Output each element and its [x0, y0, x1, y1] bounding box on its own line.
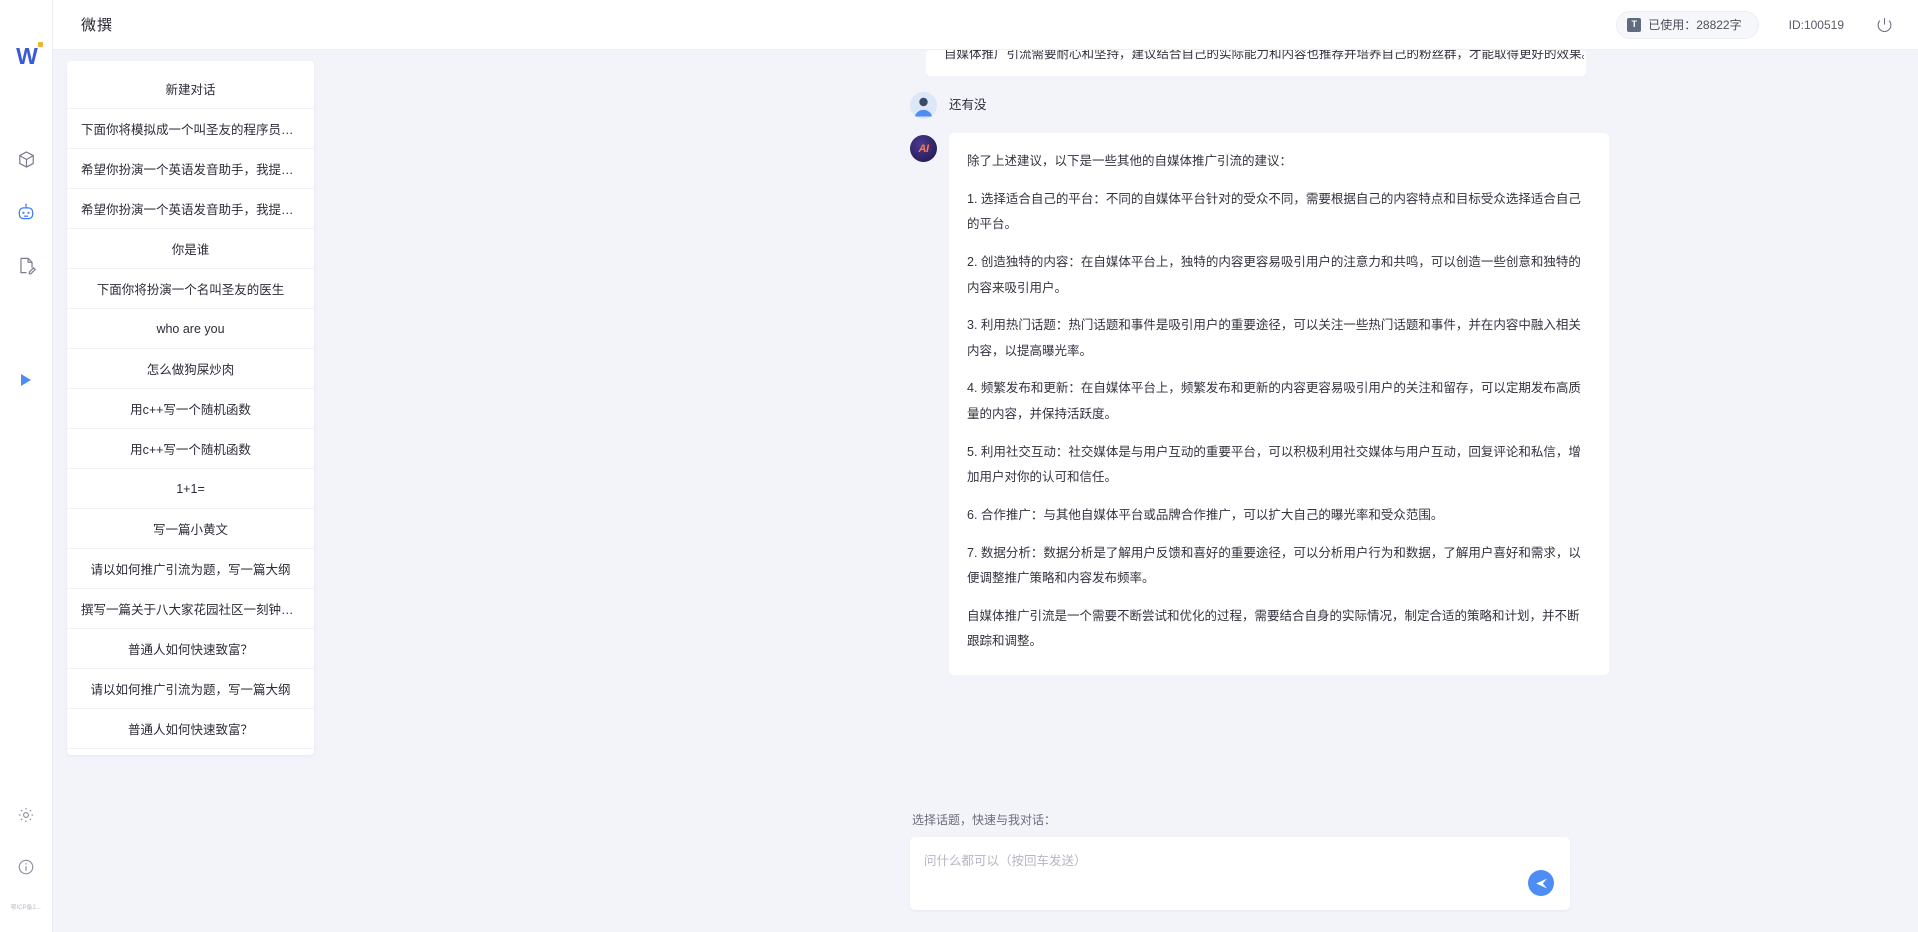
avatar [910, 92, 937, 119]
conversation-sidebar: 新建对话 下面你将模拟成一个叫圣友的程序员，我说... 希望你扮演一个英语发音助… [67, 61, 314, 755]
message-list: 自媒体推广引流需要耐心和坚持，建议结合自己的实际能力和内容也推荐并培养自己的粉丝… [910, 50, 1710, 675]
list-item[interactable]: 普通人如何快速致富？ [67, 709, 314, 749]
ai-paragraph: 7. 数据分析：数据分析是了解用户反馈和喜好的重要途径，可以分析用户行为和数据，… [967, 541, 1587, 592]
list-item[interactable]: 撰写一篇关于八大家花园社区一刻钟便民生... [67, 589, 314, 629]
list-item[interactable]: 希望你扮演一个英语发音助手，我提供给你... [67, 189, 314, 229]
user-avatar-icon [910, 92, 937, 119]
rail-bottom-group: 鄂ICP备2... [0, 800, 52, 914]
list-item[interactable]: who are you [67, 309, 314, 349]
ai-paragraph: 2. 创造独特的内容：在自媒体平台上，独特的内容更容易吸引用户的注意力和共鸣，可… [967, 250, 1587, 301]
info-circle-icon [17, 858, 35, 876]
user-message-text: 还有没 [949, 92, 987, 119]
conversation-title: 希望你扮演一个英语发音助手，我提供给你... [81, 159, 300, 178]
chat-scroll-area[interactable]: 自媒体推广引流需要耐心和坚持，建议结合自己的实际能力和内容也推荐并培养自己的粉丝… [314, 50, 1918, 811]
document-edit-icon [17, 256, 36, 275]
list-item[interactable]: 希望你扮演一个英语发音助手，我提供给你... [67, 149, 314, 189]
ai-message-bubble: 除了上述建议，以下是一些其他的自媒体推广引流的建议： 1. 选择适合自己的平台：… [949, 133, 1609, 675]
chat-column: 自媒体推广引流需要耐心和坚持，建议结合自己的实际能力和内容也推荐并培养自己的粉丝… [314, 61, 1918, 932]
new-conversation-label: 新建对话 [165, 79, 215, 98]
ai-paragraph: 4. 频繁发布和更新：在自媒体平台上，频繁发布和更新的内容更容易吸引用户的关注和… [967, 376, 1587, 427]
conversation-title: 用c++写一个随机函数 [130, 399, 251, 418]
main-region: 微撰 T 已使用：28822字 ID:100519 [53, 0, 1918, 932]
list-item[interactable]: 请以如何推广引流为题，写一篇大纲 [67, 669, 314, 709]
conversation-title: 下面你将模拟成一个叫圣友的程序员，我说... [81, 119, 300, 138]
sidebar-item-document[interactable] [11, 250, 41, 280]
conversation-title: 请以如何推广引流为题，写一篇大纲 [90, 679, 290, 698]
topic-hint-label: 选择话题，快速与我对话： [910, 811, 1710, 828]
conversation-title: 下面你将扮演一个名叫圣友的医生 [97, 279, 285, 298]
conversation-title: who are you [156, 322, 224, 336]
list-item[interactable]: 1+1= [67, 469, 314, 509]
previous-message-clipped: 自媒体推广引流需要耐心和坚持，建议结合自己的实际能力和内容也推荐并培养自己的粉丝… [926, 50, 1586, 76]
conversation-title: 怎么做狗屎炒肉 [147, 359, 235, 378]
play-triangle-icon [20, 373, 32, 387]
usage-label: 已使用：28822字 [1648, 16, 1741, 33]
list-item[interactable]: 用c++写一个随机函数 [67, 429, 314, 469]
conversation-title: 撰写一篇关于八大家花园社区一刻钟便民生... [81, 599, 300, 618]
list-item[interactable]: 下面你将模拟成一个叫圣友的程序员，我说... [67, 109, 314, 149]
new-conversation-button[interactable]: 新建对话 [67, 69, 314, 109]
message-input[interactable] [910, 837, 1570, 910]
cube-icon [17, 150, 36, 169]
list-item[interactable]: 你是谁 [67, 229, 314, 269]
ai-avatar-label: AI [919, 143, 929, 155]
list-item[interactable]: 下面你将扮演一个名叫圣友的医生 [67, 269, 314, 309]
ai-paragraph: 1. 选择适合自己的平台：不同的自媒体平台针对的受众不同，需要根据自己的内容特点… [967, 187, 1587, 238]
composer-box[interactable] [910, 837, 1570, 910]
conversation-title: 普通人如何快速致富？ [128, 639, 253, 658]
list-item[interactable]: 写一篇小黄文 [67, 509, 314, 549]
left-icon-rail: W [0, 0, 53, 932]
ai-paragraph: 自媒体推广引流是一个需要不断尝试和优化的过程，需要结合自身的实际情况，制定合适的… [967, 604, 1587, 655]
conversation-list[interactable]: 新建对话 下面你将模拟成一个叫圣友的程序员，我说... 希望你扮演一个英语发音助… [67, 61, 314, 755]
logo-accent-dot [38, 42, 43, 47]
composer-region: 选择话题，快速与我对话： [910, 811, 1710, 932]
sidebar-item-model[interactable] [11, 144, 41, 174]
conversation-title: 1+1= [176, 482, 205, 496]
conversation-title: 用c++写一个随机函数 [130, 439, 251, 458]
conversation-title: 请以如何推广引流为题，写一篇大纲 [90, 559, 290, 578]
list-item[interactable]: 怎么做狗屎炒肉 [67, 349, 314, 389]
clipped-message-text: 自媒体推广引流需要耐心和坚持，建议结合自己的实际能力和内容也推荐并培养自己的粉丝… [944, 50, 1584, 62]
ai-paragraph: 5. 利用社交互动：社交媒体是与用户互动的重要平台，可以积极利用社交媒体与用户互… [967, 440, 1587, 491]
send-paper-plane-icon [1535, 877, 1548, 890]
send-button[interactable] [1528, 870, 1554, 896]
conversation-title: 写一篇小黄文 [153, 519, 228, 538]
app-root: W [0, 0, 1918, 932]
message-row-user: 还有没 [910, 92, 1710, 119]
settings-gear-icon [17, 806, 35, 824]
top-header: 微撰 T 已使用：28822字 ID:100519 [53, 0, 1918, 50]
ai-paragraph: 6. 合作推广：与其他自媒体平台或品牌合作推广，可以扩大自己的曝光率和受众范围。 [967, 503, 1587, 529]
user-id-label: ID:100519 [1789, 18, 1844, 32]
sidebar-item-chat[interactable] [11, 197, 41, 227]
list-item[interactable]: 普通人如何快速致富？ [67, 629, 314, 669]
settings-button[interactable] [11, 800, 41, 830]
content-body: 新建对话 下面你将模拟成一个叫圣友的程序员，我说... 希望你扮演一个英语发音助… [53, 50, 1918, 932]
header-actions: T 已使用：28822字 ID:100519 [1616, 11, 1894, 39]
conversation-title: 你是谁 [172, 239, 210, 258]
robot-icon [16, 202, 36, 222]
logo-letter: W [16, 45, 36, 68]
usage-badge[interactable]: T 已使用：28822字 [1616, 11, 1758, 39]
list-item[interactable]: 用c++写一个随机函数 [67, 389, 314, 429]
list-item[interactable]: 请以如何推广引流为题，写一篇大纲 [67, 549, 314, 589]
page-title: 微撰 [81, 14, 113, 35]
expand-panel-button[interactable] [16, 370, 36, 390]
copyright-text: 鄂ICP备2... [11, 905, 41, 913]
app-logo: W [6, 36, 46, 76]
avatar: AI [910, 135, 937, 162]
logout-button[interactable] [1874, 15, 1894, 35]
about-button[interactable] [11, 852, 41, 882]
message-row-ai: AI 除了上述建议，以下是一些其他的自媒体推广引流的建议： 1. 选择适合自己的… [910, 135, 1710, 675]
conversation-title: 普通人如何快速致富？ [128, 719, 253, 738]
power-icon [1876, 16, 1893, 33]
rail-nav-group [11, 144, 41, 280]
ai-paragraph: 除了上述建议，以下是一些其他的自媒体推广引流的建议： [967, 149, 1587, 175]
conversation-title: 希望你扮演一个英语发音助手，我提供给你... [81, 199, 300, 218]
ai-paragraph: 3. 利用热门话题：热门话题和事件是吸引用户的重要途径，可以关注一些热门话题和事… [967, 313, 1587, 364]
token-icon: T [1627, 18, 1641, 32]
